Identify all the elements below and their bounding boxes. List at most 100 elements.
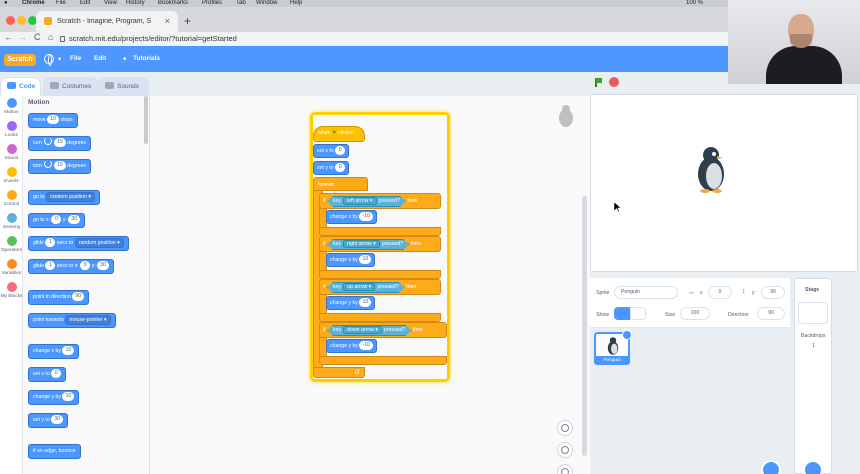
category-events[interactable]: Events: [0, 167, 23, 184]
url-field[interactable]: scratch.mit.edu/projects/editor/?tutoria…: [60, 32, 237, 46]
change-x-block[interactable]: change x by 10: [326, 253, 376, 267]
block-dropdown[interactable]: random position ▾: [46, 192, 95, 202]
block-input[interactable]: 1: [45, 238, 56, 247]
turn-left-block[interactable]: turn 15 degrees: [28, 159, 91, 174]
show-hidden-button[interactable]: [630, 307, 646, 320]
category-my-blocks[interactable]: My Blocks: [0, 282, 23, 299]
block-input[interactable]: 15: [53, 138, 66, 147]
change-x-block[interactable]: change x by -10: [326, 210, 377, 224]
move-steps-block[interactable]: move 10 steps: [28, 113, 78, 128]
penguin-sprite[interactable]: [691, 145, 731, 193]
tab-code[interactable]: Code: [0, 77, 41, 96]
menubar-help[interactable]: Help: [290, 0, 302, 6]
category-sound[interactable]: Sound: [0, 144, 23, 161]
show-visible-button[interactable]: [614, 307, 630, 320]
menubar-bookmarks[interactable]: Bookmarks: [158, 0, 188, 6]
key-dropdown[interactable]: left arrow ▾: [343, 197, 376, 205]
stage-thumbnail[interactable]: [798, 302, 828, 324]
menubar-history[interactable]: History: [126, 0, 145, 6]
key-pressed-sensing[interactable]: key up arrow ▾ pressed?: [327, 282, 405, 293]
browser-tab[interactable]: Scratch - Imagine, Program, S ×: [36, 11, 178, 32]
change-y-block[interactable]: change y by 10: [326, 296, 376, 310]
key-pressed-sensing[interactable]: key down arrow ▾ pressed?: [327, 325, 411, 336]
back-button[interactable]: ←: [4, 32, 13, 42]
change-y-block[interactable]: change y by 10: [28, 390, 80, 405]
tutorials-menu[interactable]: Tutorials: [133, 55, 160, 62]
tab-close-icon[interactable]: ×: [165, 16, 170, 26]
set-y-block[interactable]: set y to 30: [28, 413, 68, 428]
block-input[interactable]: 15: [53, 161, 66, 170]
category-operators[interactable]: Operators: [0, 236, 23, 253]
key-pressed-sensing[interactable]: key right arrow ▾ pressed?: [327, 239, 409, 250]
change-y-block[interactable]: change y by -10: [326, 339, 377, 353]
menubar-file[interactable]: File: [56, 0, 66, 6]
glide-to-block[interactable]: glide 1 secs to random position ▾: [28, 236, 129, 251]
block-input[interactable]: 0: [51, 369, 62, 378]
block-input[interactable]: 10: [359, 255, 372, 264]
block-input[interactable]: 10: [47, 115, 59, 124]
chevron-down-icon[interactable]: ▾: [58, 55, 61, 63]
menubar-tab[interactable]: Tab: [236, 0, 246, 6]
block-input[interactable]: 0: [51, 215, 62, 224]
sprite-name-input[interactable]: Penguin: [614, 286, 678, 299]
block-input[interactable]: 0: [335, 146, 346, 155]
minimize-window-icon[interactable]: [17, 16, 26, 25]
stop-button[interactable]: [609, 77, 619, 87]
tab-costumes[interactable]: Costumes: [43, 77, 98, 96]
new-tab-button[interactable]: +: [184, 14, 191, 28]
forever-block[interactable]: forever: [313, 177, 368, 191]
menubar-app[interactable]: Chrome: [22, 0, 45, 6]
language-globe-icon[interactable]: [44, 54, 54, 66]
category-sensing[interactable]: Sensing: [0, 213, 23, 230]
block-input[interactable]: -10: [359, 341, 373, 350]
if-block[interactable]: if key left arrow ▾ pressed? then: [319, 193, 441, 209]
block-input[interactable]: 0: [80, 261, 91, 270]
choose-backdrop-button[interactable]: [803, 460, 823, 474]
close-window-icon[interactable]: [6, 16, 15, 25]
home-icon[interactable]: ⌂: [48, 32, 53, 42]
tab-sounds[interactable]: Sounds: [98, 77, 149, 96]
key-dropdown[interactable]: down arrow ▾: [343, 326, 382, 334]
script-stack[interactable]: when ⚑ clicked set x to 0 set y to 0 for…: [313, 115, 453, 381]
block-input[interactable]: 30: [51, 415, 63, 424]
menubar-view[interactable]: View: [104, 0, 117, 6]
block-input[interactable]: 10: [62, 346, 75, 355]
set-y-block[interactable]: set y to 0: [313, 161, 350, 175]
apple-icon[interactable]: ●: [4, 0, 8, 6]
block-input[interactable]: 1: [45, 261, 56, 270]
block-input[interactable]: -10: [359, 212, 373, 221]
point-towards-block[interactable]: point towards mouse-pointer ▾: [28, 313, 116, 328]
block-input[interactable]: 90: [72, 292, 85, 301]
menubar-window[interactable]: Window: [256, 0, 277, 6]
reload-button[interactable]: C: [34, 32, 41, 42]
key-pressed-sensing[interactable]: key left arrow ▾ pressed?: [327, 196, 406, 207]
set-x-block[interactable]: set x to 0: [28, 367, 67, 382]
menubar-profiles[interactable]: Profiles: [202, 0, 222, 6]
block-dropdown[interactable]: random position ▾: [74, 238, 124, 248]
when-flag-clicked-block[interactable]: when ⚑ clicked: [313, 126, 365, 142]
block-input[interactable]: 30: [68, 215, 81, 224]
block-input[interactable]: 0: [335, 163, 346, 172]
delete-sprite-icon[interactable]: [622, 330, 632, 340]
if-block[interactable]: if key down arrow ▾ pressed? then: [319, 322, 447, 338]
workspace-scrollbar[interactable]: [582, 196, 587, 456]
green-flag-button[interactable]: [592, 76, 604, 88]
block-dropdown[interactable]: mouse-pointer ▾: [65, 315, 111, 325]
menubar-edit[interactable]: Edit: [80, 0, 90, 6]
key-dropdown[interactable]: right arrow ▾: [343, 240, 380, 248]
go-to-xy-block[interactable]: go to x: 0 y: 30: [28, 213, 86, 228]
glide-xy-block[interactable]: glide 1 secs to x: 0 y: 30: [28, 259, 114, 274]
go-to-block[interactable]: go to random position ▾: [28, 190, 100, 205]
category-control[interactable]: Control: [0, 190, 23, 207]
block-input[interactable]: 30: [97, 261, 109, 270]
zoom-in-button[interactable]: [557, 420, 573, 436]
category-looks[interactable]: Looks: [0, 121, 23, 138]
choose-sprite-button[interactable]: [761, 460, 781, 474]
change-x-block[interactable]: change x by 10: [28, 344, 80, 359]
file-menu[interactable]: File: [70, 55, 81, 62]
scratch-logo[interactable]: Scratch: [4, 54, 36, 66]
size-input[interactable]: 100: [680, 307, 710, 320]
forward-button[interactable]: →: [18, 32, 27, 42]
set-x-block[interactable]: set x to 0: [313, 144, 350, 158]
point-direction-block[interactable]: point in direction 90: [28, 290, 90, 305]
